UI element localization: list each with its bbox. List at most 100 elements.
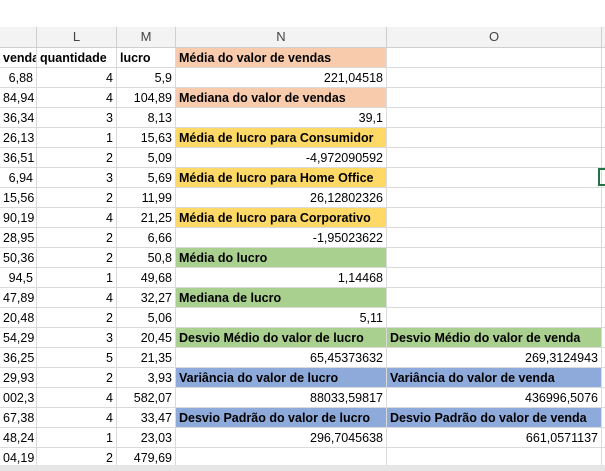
cell-col-l[interactable]: 4 — [37, 68, 117, 88]
cell-col-m[interactable]: 11,99 — [117, 188, 176, 208]
cell-col-o[interactable]: 436996,5076 — [387, 388, 602, 408]
cell-col-l[interactable]: 2 — [37, 188, 117, 208]
cell-col-k[interactable]: 36,51 — [0, 148, 37, 168]
cell-col-k[interactable]: 6,94 — [0, 168, 37, 188]
cell-col-m[interactable]: 5,06 — [117, 308, 176, 328]
selected-cell-marker[interactable] — [598, 168, 605, 186]
cell-col-o[interactable]: Variância do valor de venda — [387, 368, 602, 388]
column-header-l[interactable]: L — [37, 27, 117, 47]
cell-col-k[interactable]: 67,38 — [0, 408, 37, 428]
cell-col-o[interactable] — [387, 268, 602, 288]
cell-col-m[interactable]: 32,27 — [117, 288, 176, 308]
cell-col-n[interactable]: Desvio Médio do valor de lucro — [176, 328, 387, 348]
column-header-k[interactable] — [0, 27, 37, 47]
cell-col-l[interactable]: 3 — [37, 328, 117, 348]
cell-col-l[interactable]: 2 — [37, 248, 117, 268]
cell-col-n[interactable]: 296,7045638 — [176, 428, 387, 448]
cell-col-k[interactable]: 94,5 — [0, 268, 37, 288]
cell-col-l[interactable]: 3 — [37, 108, 117, 128]
cell-col-k[interactable]: 15,56 — [0, 188, 37, 208]
cell-col-k[interactable]: venda — [0, 48, 37, 68]
cell-col-l[interactable]: 4 — [37, 388, 117, 408]
cell-col-n[interactable]: Média de lucro para Home Office — [176, 168, 387, 188]
cell-col-o[interactable]: Desvio Médio do valor de venda — [387, 328, 602, 348]
cell-col-n[interactable]: 5,11 — [176, 308, 387, 328]
cell-col-m[interactable]: 20,45 — [117, 328, 176, 348]
cell-col-n[interactable]: -4,972090592 — [176, 148, 387, 168]
cell-col-n[interactable]: 39,1 — [176, 108, 387, 128]
cell-col-o[interactable] — [387, 188, 602, 208]
cell-col-m[interactable]: 582,07 — [117, 388, 176, 408]
cell-col-o[interactable] — [387, 88, 602, 108]
cell-col-m[interactable]: 21,25 — [117, 208, 176, 228]
cell-col-n[interactable]: 65,45373632 — [176, 348, 387, 368]
cell-col-l[interactable]: 4 — [37, 88, 117, 108]
cell-col-l[interactable]: quantidade — [37, 48, 117, 68]
cell-col-n[interactable]: Mediana do valor de vendas — [176, 88, 387, 108]
cell-col-k[interactable]: 36,25 — [0, 348, 37, 368]
cell-col-m[interactable]: 15,63 — [117, 128, 176, 148]
cell-col-l[interactable]: 1 — [37, 268, 117, 288]
cell-col-n[interactable]: -1,95023622 — [176, 228, 387, 248]
cell-col-m[interactable]: 5,9 — [117, 68, 176, 88]
cell-col-o[interactable] — [387, 208, 602, 228]
cell-col-o[interactable] — [387, 308, 602, 328]
cell-col-k[interactable]: 48,24 — [0, 428, 37, 448]
cell-col-m[interactable]: 50,8 — [117, 248, 176, 268]
cell-col-l[interactable]: 4 — [37, 208, 117, 228]
cell-col-o[interactable] — [387, 108, 602, 128]
cell-col-k[interactable]: 20,48 — [0, 308, 37, 328]
cell-col-l[interactable]: 2 — [37, 308, 117, 328]
cell-col-n[interactable]: Média do valor de vendas — [176, 48, 387, 68]
cell-col-k[interactable]: 90,19 — [0, 208, 37, 228]
cell-col-m[interactable]: 5,09 — [117, 148, 176, 168]
cell-col-m[interactable]: 8,13 — [117, 108, 176, 128]
cell-col-l[interactable]: 2 — [37, 148, 117, 168]
cell-col-o[interactable] — [387, 128, 602, 148]
horizontal-scroll-area[interactable] — [0, 465, 605, 471]
cell-col-o[interactable] — [387, 168, 602, 188]
cell-col-n[interactable]: 221,04518 — [176, 68, 387, 88]
cell-col-o[interactable] — [387, 288, 602, 308]
cell-col-m[interactable]: lucro — [117, 48, 176, 68]
cell-col-n[interactable]: Variância do valor de lucro — [176, 368, 387, 388]
cell-col-o[interactable] — [387, 148, 602, 168]
cell-col-l[interactable]: 4 — [37, 408, 117, 428]
cell-col-o[interactable]: 269,3124943 — [387, 348, 602, 368]
cell-col-n[interactable]: Mediana de lucro — [176, 288, 387, 308]
cell-col-m[interactable]: 23,03 — [117, 428, 176, 448]
column-header-o[interactable]: O — [387, 27, 602, 47]
cell-col-l[interactable]: 5 — [37, 348, 117, 368]
cell-col-o[interactable] — [387, 68, 602, 88]
cell-col-k[interactable]: 29,93 — [0, 368, 37, 388]
cell-col-m[interactable]: 5,69 — [117, 168, 176, 188]
cell-col-n[interactable]: Desvio Padrão do valor de lucro — [176, 408, 387, 428]
cell-col-k[interactable]: 50,36 — [0, 248, 37, 268]
cell-col-n[interactable]: Média de lucro para Consumidor — [176, 128, 387, 148]
cell-col-o[interactable]: 661,0571137 — [387, 428, 602, 448]
cell-col-m[interactable]: 6,66 — [117, 228, 176, 248]
cell-col-k[interactable]: 26,13 — [0, 128, 37, 148]
cell-col-o[interactable] — [387, 228, 602, 248]
cell-col-l[interactable]: 2 — [37, 368, 117, 388]
cell-col-o[interactable]: Desvio Padrão do valor de venda — [387, 408, 602, 428]
cell-col-m[interactable]: 21,35 — [117, 348, 176, 368]
column-header-n[interactable]: N — [176, 27, 387, 47]
cell-col-o[interactable] — [387, 48, 602, 68]
cell-col-m[interactable]: 33,47 — [117, 408, 176, 428]
cell-col-l[interactable]: 4 — [37, 288, 117, 308]
cell-col-n[interactable]: 26,12802326 — [176, 188, 387, 208]
cell-col-n[interactable]: Média do lucro — [176, 248, 387, 268]
cell-col-k[interactable]: 36,34 — [0, 108, 37, 128]
column-header-m[interactable]: M — [117, 27, 176, 47]
cell-col-o[interactable] — [387, 248, 602, 268]
cell-col-m[interactable]: 49,68 — [117, 268, 176, 288]
cell-col-k[interactable]: 6,88 — [0, 68, 37, 88]
cell-col-n[interactable]: 88033,59817 — [176, 388, 387, 408]
cell-col-k[interactable]: 54,29 — [0, 328, 37, 348]
cell-col-l[interactable]: 3 — [37, 168, 117, 188]
cell-col-k[interactable]: 84,94 — [0, 88, 37, 108]
cell-col-k[interactable]: 47,89 — [0, 288, 37, 308]
cell-col-m[interactable]: 3,93 — [117, 368, 176, 388]
cell-col-k[interactable]: 28,95 — [0, 228, 37, 248]
